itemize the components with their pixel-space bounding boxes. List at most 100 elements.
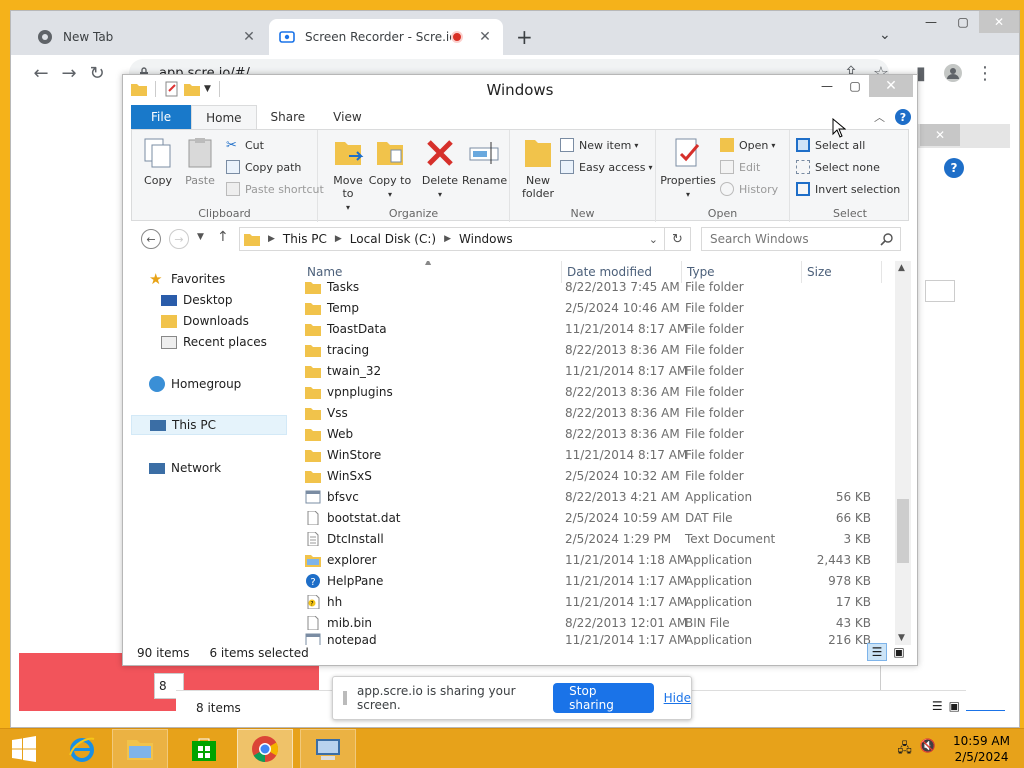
nav-this-pc[interactable]: This PC <box>131 415 287 435</box>
taskbar-chrome[interactable] <box>237 729 293 768</box>
file-row[interactable]: WinStore 11/21/2014 8:17 AM File folder <box>299 444 891 465</box>
stop-sharing-button[interactable]: Stop sharing <box>553 683 654 713</box>
invert-selection-button[interactable]: Invert selection <box>796 182 900 196</box>
details-view-icon[interactable]: ☰ <box>867 643 887 661</box>
tab-file[interactable]: File <box>131 105 192 129</box>
close-window-button[interactable]: ✕ <box>869 75 913 97</box>
file-row[interactable]: vpnplugins 8/22/2013 8:36 AM File folder <box>299 381 891 402</box>
file-row[interactable]: ? hh 11/21/2014 1:17 AM Application 17 KB <box>299 591 891 612</box>
taskbar-file-explorer[interactable] <box>112 729 168 768</box>
drag-handle-icon[interactable] <box>343 691 347 705</box>
nav-desktop[interactable]: Desktop <box>161 290 233 310</box>
nav-homegroup[interactable]: Homegroup <box>149 374 241 394</box>
edit-button[interactable]: Edit <box>720 160 760 174</box>
tab-screen-recorder[interactable]: Screen Recorder - Scre.io ✕ <box>269 19 503 55</box>
close-tab-icon[interactable]: ✕ <box>241 29 257 45</box>
scroll-up-icon[interactable]: ▲ <box>898 263 905 273</box>
file-row[interactable]: mib.bin 8/22/2013 12:01 AM BIN File 43 KB <box>299 612 891 633</box>
file-row[interactable]: explorer 11/21/2014 1:18 AM Application 2,4… <box>299 549 891 570</box>
file-row[interactable]: ToastData 11/21/2014 8:17 AM File folder <box>299 318 891 339</box>
rename-button[interactable]: Rename <box>462 136 507 187</box>
nav-downloads[interactable]: Downloads <box>161 311 249 331</box>
clock[interactable]: 10:59 AM 2/5/2024 <box>953 733 1010 765</box>
taskbar-remote-app[interactable] <box>300 729 356 768</box>
new-item-button[interactable]: New item ▾ <box>560 138 638 152</box>
file-row[interactable]: DtcInstall 2/5/2024 1:29 PM Text Document 3… <box>299 528 891 549</box>
easy-access-button[interactable]: Easy access ▾ <box>560 160 653 174</box>
breadcrumb-local-disk[interactable]: Local Disk (C:) <box>350 232 436 246</box>
profile-avatar-icon[interactable] <box>939 59 967 87</box>
forward-button[interactable]: → <box>169 229 189 249</box>
navigation-pane: ★ Favorites Desktop Downloads Recent pla… <box>131 261 291 641</box>
background-help-icon[interactable]: ? <box>944 158 964 178</box>
minimize-button[interactable]: — <box>915 11 947 33</box>
up-arrow-icon[interactable]: ↑ <box>217 229 229 245</box>
new-tab-button[interactable]: + <box>516 25 533 49</box>
reload-icon[interactable]: ↻ <box>83 59 111 87</box>
tab-view[interactable]: View <box>319 105 375 129</box>
properties-button[interactable]: Properties ▾ <box>660 136 716 200</box>
maximize-button[interactable]: ▢ <box>841 75 869 97</box>
large-icons-view-icon[interactable]: ▣ <box>889 643 909 661</box>
cut-button[interactable]: ✂ Cut <box>226 138 264 153</box>
tab-home[interactable]: Home <box>191 105 257 129</box>
close-tab-icon[interactable]: ✕ <box>477 29 493 45</box>
network-status-icon[interactable]: 🖧 <box>897 739 912 761</box>
paste-button[interactable]: Paste <box>178 136 222 187</box>
back-arrow-icon[interactable]: ← <box>27 59 55 87</box>
volume-muted-icon[interactable]: 🔇 <box>920 739 936 761</box>
taskbar-internet-explorer[interactable] <box>54 729 110 768</box>
file-row[interactable]: tracing 8/22/2013 8:36 AM File folder <box>299 339 891 360</box>
help-icon[interactable]: ? <box>895 109 911 125</box>
recent-locations-chevron-icon[interactable]: ▼ <box>197 232 204 242</box>
details-view-icon[interactable]: ☰ <box>932 699 943 713</box>
new-folder-button[interactable]: New folder <box>516 136 560 200</box>
nav-network[interactable]: Network <box>149 458 221 478</box>
tab-new-tab[interactable]: New Tab ✕ <box>27 19 267 55</box>
move-to-button[interactable]: Move to ▾ <box>326 136 370 213</box>
minimize-button[interactable]: — <box>813 75 841 97</box>
select-all-button[interactable]: Select all <box>796 138 865 152</box>
refresh-button[interactable]: ↻ <box>665 227 691 251</box>
file-row[interactable]: Web 8/22/2013 8:36 AM File folder <box>299 423 891 444</box>
maximize-button[interactable]: ▢ <box>947 11 979 33</box>
vertical-scrollbar[interactable]: ▲ ▼ <box>895 261 911 645</box>
search-windows-input[interactable]: Search Windows <box>701 227 901 251</box>
start-button[interactable] <box>0 729 48 768</box>
file-row[interactable]: WinSxS 2/5/2024 10:32 AM File folder <box>299 465 891 486</box>
tab-search-chevron-icon[interactable]: ⌄ <box>879 27 891 43</box>
file-row[interactable]: bootstat.dat 2/5/2024 10:59 AM DAT File 66 … <box>299 507 891 528</box>
back-button[interactable]: ← <box>141 229 161 249</box>
file-row[interactable]: twain_32 11/21/2014 8:17 AM File folder <box>299 360 891 381</box>
select-none-button[interactable]: Select none <box>796 160 880 174</box>
hide-link[interactable]: Hide <box>664 691 691 705</box>
address-dropdown-chevron-icon[interactable]: ⌄ <box>649 233 658 246</box>
large-icons-view-icon[interactable]: ▣ <box>949 699 960 713</box>
file-row[interactable]: ? HelpPane 11/21/2014 1:17 AM Application 97… <box>299 570 891 591</box>
forward-arrow-icon[interactable]: → <box>55 59 83 87</box>
history-button[interactable]: History <box>720 182 778 196</box>
nav-favorites[interactable]: ★ Favorites <box>149 269 225 289</box>
background-search-field[interactable] <box>925 280 955 302</box>
file-row[interactable]: Vss 8/22/2013 8:36 AM File folder <box>299 402 891 423</box>
breadcrumb-this-pc[interactable]: This PC <box>283 232 327 246</box>
copy-button[interactable]: Copy <box>136 136 180 187</box>
copy-to-button[interactable]: Copy to ▾ <box>368 136 412 200</box>
file-row[interactable]: bfsvc 8/22/2013 4:21 AM Application 56 KB <box>299 486 891 507</box>
background-close-button[interactable]: ✕ <box>920 124 960 146</box>
scrollbar-thumb[interactable] <box>897 499 909 563</box>
breadcrumb-windows[interactable]: Windows <box>459 232 513 246</box>
nav-recent-places[interactable]: Recent places <box>161 332 267 352</box>
address-breadcrumb[interactable]: ▶ This PC ▶ Local Disk (C:) ▶ Windows ⌄ <box>239 227 665 251</box>
open-button[interactable]: Open ▾ <box>720 138 775 152</box>
file-row[interactable]: Temp 2/5/2024 10:46 AM File folder <box>299 297 891 318</box>
menu-kebab-icon[interactable]: ⋮ <box>971 59 999 87</box>
file-row[interactable]: Tasks 8/22/2013 7:45 AM File folder <box>299 276 891 297</box>
tab-share[interactable]: Share <box>257 105 320 129</box>
delete-button[interactable]: Delete ▾ <box>418 136 462 200</box>
close-window-button[interactable]: ✕ <box>979 11 1019 33</box>
paste-shortcut-button[interactable]: Paste shortcut <box>226 182 324 196</box>
copy-path-button[interactable]: Copy path <box>226 160 301 174</box>
collapse-ribbon-chevron-icon[interactable]: ︿ <box>874 109 885 125</box>
taskbar-store[interactable] <box>176 729 232 768</box>
